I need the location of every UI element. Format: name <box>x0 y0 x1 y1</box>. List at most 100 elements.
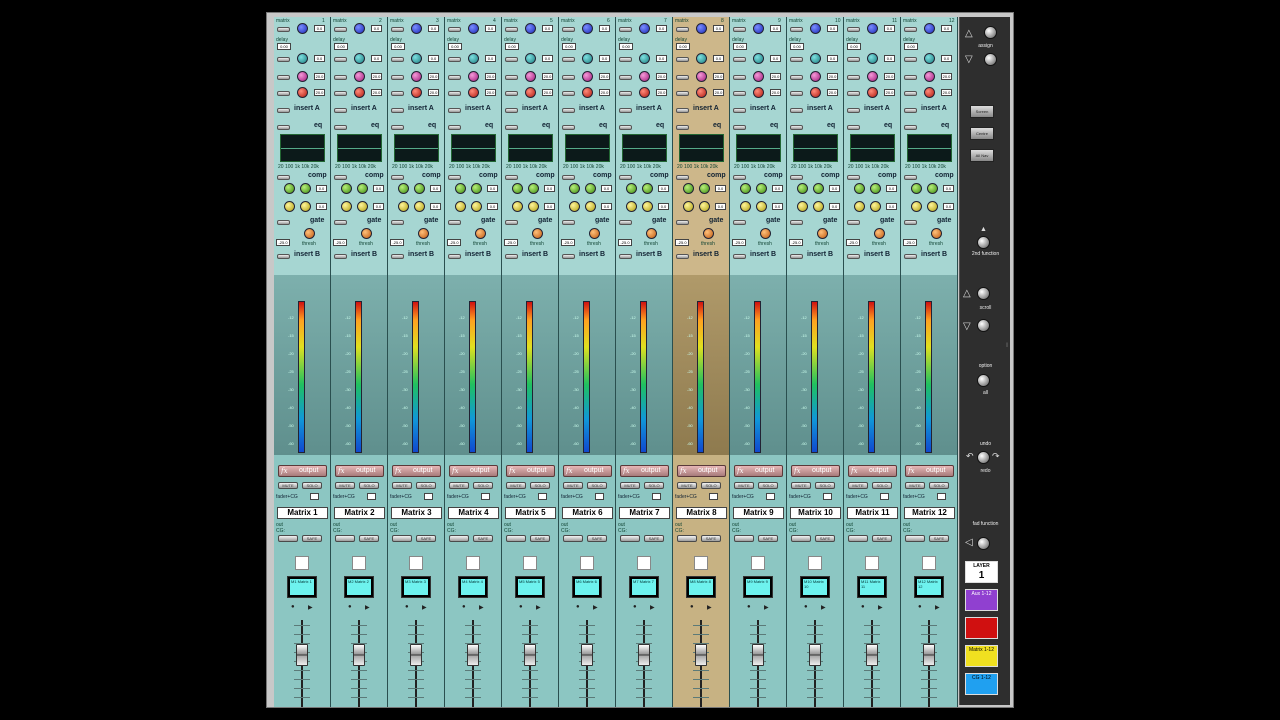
gang-button[interactable] <box>677 535 697 542</box>
matrix-level-knob[interactable] <box>525 23 536 34</box>
record-icon[interactable]: ● <box>747 604 751 610</box>
safe-button[interactable]: SAFE <box>473 535 493 542</box>
solo-button[interactable]: SOLO <box>473 482 493 489</box>
gate-button[interactable] <box>790 220 803 225</box>
assign-knob-2[interactable] <box>984 53 997 66</box>
gang-button[interactable] <box>620 535 640 542</box>
comp-gain-box[interactable]: 0.0 <box>373 203 384 210</box>
gate-threshold-box[interactable]: -25.0 <box>447 239 461 246</box>
gate-threshold-knob[interactable] <box>646 228 657 239</box>
hpf-value-box[interactable]: 20.0 <box>941 73 952 80</box>
delay-value-box[interactable]: 0.00 <box>733 43 747 50</box>
delay-button[interactable] <box>904 57 917 62</box>
safe-button[interactable]: SAFE <box>359 535 379 542</box>
solo-button[interactable]: SOLO <box>815 482 835 489</box>
insert-a-button[interactable] <box>847 108 860 113</box>
comp-attack-knob[interactable] <box>341 201 352 212</box>
gate-threshold-knob[interactable] <box>475 228 486 239</box>
select-button[interactable] <box>409 556 423 570</box>
channel-name[interactable]: Matrix 1 <box>277 507 328 519</box>
matrix-level-knob[interactable] <box>753 23 764 34</box>
gate-button[interactable] <box>505 220 518 225</box>
comp-attack-knob[interactable] <box>740 201 751 212</box>
gang-button[interactable] <box>734 535 754 542</box>
mute-button[interactable]: MUTE <box>734 482 754 489</box>
delay-trim-box[interactable]: 0.0 <box>371 55 382 62</box>
lpf-knob[interactable] <box>810 87 821 98</box>
lpf-knob[interactable] <box>924 87 935 98</box>
play-icon[interactable]: ▶ <box>308 604 313 611</box>
matrix-on-button[interactable] <box>904 27 917 32</box>
record-icon[interactable]: ● <box>291 604 295 610</box>
gate-button[interactable] <box>391 220 404 225</box>
fader-cap[interactable] <box>524 644 536 666</box>
select-button[interactable] <box>523 556 537 570</box>
gate-button[interactable] <box>619 220 632 225</box>
lpf-value-box[interactable]: 20.0 <box>656 89 667 96</box>
hpf-knob[interactable] <box>696 71 707 82</box>
select-button[interactable] <box>751 556 765 570</box>
gate-threshold-box[interactable]: -25.0 <box>276 239 290 246</box>
comp-threshold-knob[interactable] <box>911 183 922 194</box>
delay-knob[interactable] <box>411 53 422 64</box>
comp-release-knob[interactable] <box>528 201 539 212</box>
lpf-value-box[interactable]: 20.0 <box>599 89 610 96</box>
play-icon[interactable]: ▶ <box>536 604 541 611</box>
eq-display[interactable] <box>394 134 439 162</box>
comp-value-box[interactable]: 0.0 <box>943 185 954 192</box>
comp-release-knob[interactable] <box>585 201 596 212</box>
matrix-gain-box[interactable]: 0.0 <box>485 25 496 32</box>
delay-knob[interactable] <box>297 53 308 64</box>
delay-button[interactable] <box>790 57 803 62</box>
gate-threshold-knob[interactable] <box>532 228 543 239</box>
play-icon[interactable]: ▶ <box>707 604 712 611</box>
lpf-knob[interactable] <box>639 87 650 98</box>
gate-threshold-box[interactable]: -25.0 <box>561 239 575 246</box>
comp-button[interactable] <box>847 175 860 180</box>
delay-button[interactable] <box>847 57 860 62</box>
eq-display[interactable] <box>622 134 667 162</box>
gate-threshold-knob[interactable] <box>361 228 372 239</box>
gate-button[interactable] <box>448 220 461 225</box>
gang-button[interactable] <box>563 535 583 542</box>
comp-gain-box[interactable]: 0.0 <box>316 203 327 210</box>
comp-release-knob[interactable] <box>927 201 938 212</box>
safe-button[interactable]: SAFE <box>701 535 721 542</box>
comp-threshold-knob[interactable] <box>455 183 466 194</box>
eq-button[interactable] <box>562 125 575 130</box>
insert-a-button[interactable] <box>448 108 461 113</box>
comp-release-knob[interactable] <box>642 201 653 212</box>
comp-gain-box[interactable]: 0.0 <box>829 203 840 210</box>
eq-button[interactable] <box>448 125 461 130</box>
eq-button[interactable] <box>847 125 860 130</box>
output-button[interactable]: fx output <box>449 465 498 477</box>
comp-attack-knob[interactable] <box>569 201 580 212</box>
eq-display[interactable] <box>793 134 838 162</box>
channel-name[interactable]: Matrix 8 <box>676 507 727 519</box>
gate-threshold-box[interactable]: -25.0 <box>390 239 404 246</box>
lpf-button[interactable] <box>676 91 689 96</box>
comp-release-knob[interactable] <box>471 201 482 212</box>
comp-value-box[interactable]: 0.0 <box>772 185 783 192</box>
matrix-on-button[interactable] <box>790 27 803 32</box>
hpf-value-box[interactable]: 20.0 <box>770 73 781 80</box>
safe-button[interactable]: SAFE <box>587 535 607 542</box>
lpf-button[interactable] <box>505 91 518 96</box>
play-icon[interactable]: ▶ <box>593 604 598 611</box>
delay-value-box[interactable]: 0.00 <box>277 43 291 50</box>
comp-release-knob[interactable] <box>414 201 425 212</box>
hpf-button[interactable] <box>904 75 917 80</box>
comp-value-box[interactable]: 0.0 <box>658 185 669 192</box>
output-button[interactable]: fx output <box>734 465 783 477</box>
comp-button[interactable] <box>676 175 689 180</box>
hpf-value-box[interactable]: 20.0 <box>599 73 610 80</box>
safe-button[interactable]: SAFE <box>530 535 550 542</box>
insert-b-button[interactable] <box>790 254 803 259</box>
channel-name[interactable]: Matrix 2 <box>334 507 385 519</box>
insert-b-button[interactable] <box>676 254 689 259</box>
matrix-gain-box[interactable]: 0.0 <box>884 25 895 32</box>
safe-button[interactable]: SAFE <box>416 535 436 542</box>
insert-b-button[interactable] <box>277 254 290 259</box>
record-icon[interactable]: ● <box>405 604 409 610</box>
hpf-value-box[interactable]: 20.0 <box>428 73 439 80</box>
